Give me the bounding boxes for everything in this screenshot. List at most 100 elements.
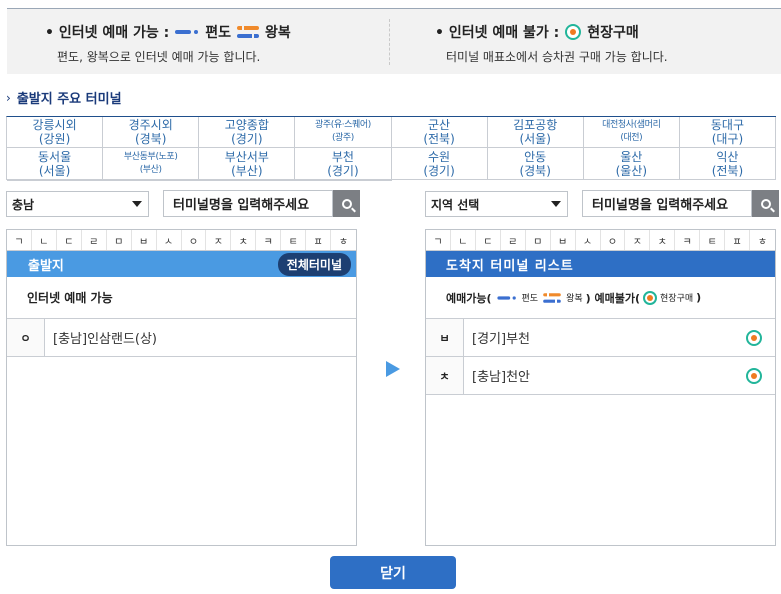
terminal-region: (경기) [423,163,455,178]
legend-close-paren: ) [696,291,702,304]
terminal-link[interactable]: 통영종합(경남) [199,180,296,181]
consonant-filter[interactable]: ㅊ [650,230,676,250]
arrival-search-button[interactable] [752,190,779,217]
terminal-region: (경남) [231,180,262,181]
all-terminals-button[interactable]: 전체터미널 [277,252,351,276]
arrival-region-select[interactable]: 지역 선택 [425,191,568,217]
terminal-row[interactable]: ㅊ [충남]천안 [426,357,775,395]
terminal-name: 부산서부 [224,149,269,164]
terminal-link[interactable]: 익산 (전북) [679,148,776,180]
arrival-header-title: 도착지 터미널 리스트 [446,258,574,274]
terminal-link[interactable]: 경주시외 (경북) [103,117,200,148]
online-unavailable-info: • 인터넷 예매 불가 : 현장구매 터미널 매표소에서 승차권 구매 가능 합… [389,19,781,65]
consonant-filter[interactable]: ㅅ [157,230,182,250]
terminal-name: 동대구 [710,118,744,132]
terminal-region: (울산) [615,163,648,178]
terminal-link[interactable]: 광주(유·스퀘어) (광주) [295,117,392,148]
legend-oneway: 편도 [521,294,539,304]
consonant-filter[interactable]: ㅍ [725,230,751,250]
consonant-filter[interactable]: ㅈ [206,230,232,250]
consonant-filter[interactable]: ㅂ [551,230,576,250]
consonant-filter[interactable]: ㅁ [526,230,551,250]
terminal-link[interactable]: 춘천(강원) [103,180,200,181]
consonant-filter[interactable]: ㅎ [331,230,356,250]
consonant-filter[interactable]: ㅁ [107,230,132,250]
terminal-link[interactable]: 동대구 (대구) [679,117,776,148]
consonant-filter[interactable]: ㄱ [426,230,451,250]
departure-search-input[interactable]: 터미널명을 입력해주세요 [163,190,333,217]
consonant-filter[interactable]: ㅊ [231,230,257,250]
row-index-key: ㅇ [7,319,45,356]
terminal-link[interactable]: 김포공항 (서울) [487,117,584,148]
consonant-filter[interactable]: ㅍ [306,230,332,250]
chevron-down-icon [132,201,142,207]
chevron-right-icon: › [6,90,11,105]
consonant-filter[interactable]: ㄹ [82,230,107,250]
terminal-region: (부산) [139,164,162,175]
onsite-purchase-icon [746,367,762,384]
terminal-region: (전북) [39,180,70,181]
arrival-search-input[interactable]: 터미널명을 입력해주세요 [582,190,752,217]
terminal-link[interactable]: 강릉시외 (강원) [7,117,104,148]
close-button[interactable]: 닫기 [330,556,456,589]
chevron-down-icon [551,201,561,207]
terminal-row[interactable]: ㅇ [충남]인삼랜드(상) [7,319,356,357]
terminal-region: (부산) [231,163,263,178]
terminal-row[interactable]: ㅂ [경기]부천 [426,319,775,357]
consonant-filter[interactable]: ㄹ [501,230,526,250]
consonant-filter[interactable]: ㄱ [7,230,32,250]
consonant-filter[interactable]: ㅋ [256,230,282,250]
arrival-header: 도착지 터미널 리스트 [426,251,775,277]
row-index-key: ㅊ [426,357,464,394]
online-unavailable-label: • 인터넷 예매 불가 : [435,25,560,41]
consonant-filter[interactable]: ㄷ [476,230,501,250]
consonant-filter[interactable]: ㄴ [451,230,476,250]
consonant-filter[interactable]: ㄷ [57,230,82,250]
onsite-purchase-icon [643,290,658,305]
terminal-link[interactable]: 부천 (경기) [295,148,392,180]
consonant-filter[interactable]: ㅌ [281,230,307,250]
terminal-name: 김포공항 [513,118,558,132]
terminal-region: (경기) [327,163,359,178]
terminal-link[interactable]: 포항(경북) [295,180,392,181]
consonant-filter[interactable]: ㅌ [700,230,726,250]
departure-header: 출발지 전체터미널 [7,251,356,277]
departure-region-select[interactable]: 충남 [6,191,149,217]
row-terminal-name: [충남]인삼랜드(상) [53,332,158,347]
terminal-name: 울산 [620,149,643,164]
departure-search-button[interactable] [333,190,360,217]
terminal-name: 고양종합 [224,118,269,132]
terminal-name: 경주시외 [128,118,173,132]
terminal-link[interactable]: 전주(전북) [7,180,104,181]
departure-subheader: 인터넷 예매 가능 [7,277,356,319]
consonant-filter[interactable]: ㅇ [182,230,207,250]
departure-list: ㅇ [충남]인삼랜드(상) [7,319,356,357]
terminal-link[interactable]: 고양종합 (경기) [199,117,296,148]
terminal-name: 군산 [428,118,451,132]
terminal-region: (서울) [38,163,71,178]
departure-consonant-index: ㄱㄴㄷㄹㅁㅂㅅㅇㅈㅊㅋㅌㅍㅎ [7,230,356,251]
departure-search: 터미널명을 입력해주세요 [163,190,360,217]
terminal-link[interactable]: 울산 (울산) [583,148,680,180]
terminal-link[interactable]: 부산동부(노포) (부산) [103,148,200,180]
consonant-filter[interactable]: ㄴ [32,230,57,250]
terminal-link[interactable]: 동서울 (서울) [7,148,104,180]
terminal-link[interactable]: 군산 (전북) [391,117,488,148]
consonant-filter[interactable]: ㅎ [750,230,775,250]
consonant-filter[interactable]: ㅈ [625,230,651,250]
consonant-filter[interactable]: ㅋ [675,230,701,250]
search-icon [341,198,352,209]
terminal-link[interactable]: 안동 (경북) [487,148,584,180]
consonant-filter[interactable]: ㅅ [576,230,601,250]
terminal-link[interactable]: 수원 (경기) [391,148,488,180]
online-available-label: • 인터넷 예매 가능 : [45,25,170,41]
terminal-name: 강릉시외 [32,118,77,132]
consonant-filter[interactable]: ㅂ [132,230,157,250]
row-terminal-name: [충남]천안 [472,370,530,385]
online-unavailable-desc: 터미널 매표소에서 승차권 구매 가능 합니다. [446,50,668,64]
terminal-link[interactable]: 대전청사(샘머리 (대전) [583,117,680,148]
terminal-link[interactable]: 부산서부 (부산) [199,148,296,180]
oneway-label: 편도 [205,25,231,41]
consonant-filter[interactable]: ㅇ [601,230,626,250]
terminal-region: (경북) [519,163,551,178]
